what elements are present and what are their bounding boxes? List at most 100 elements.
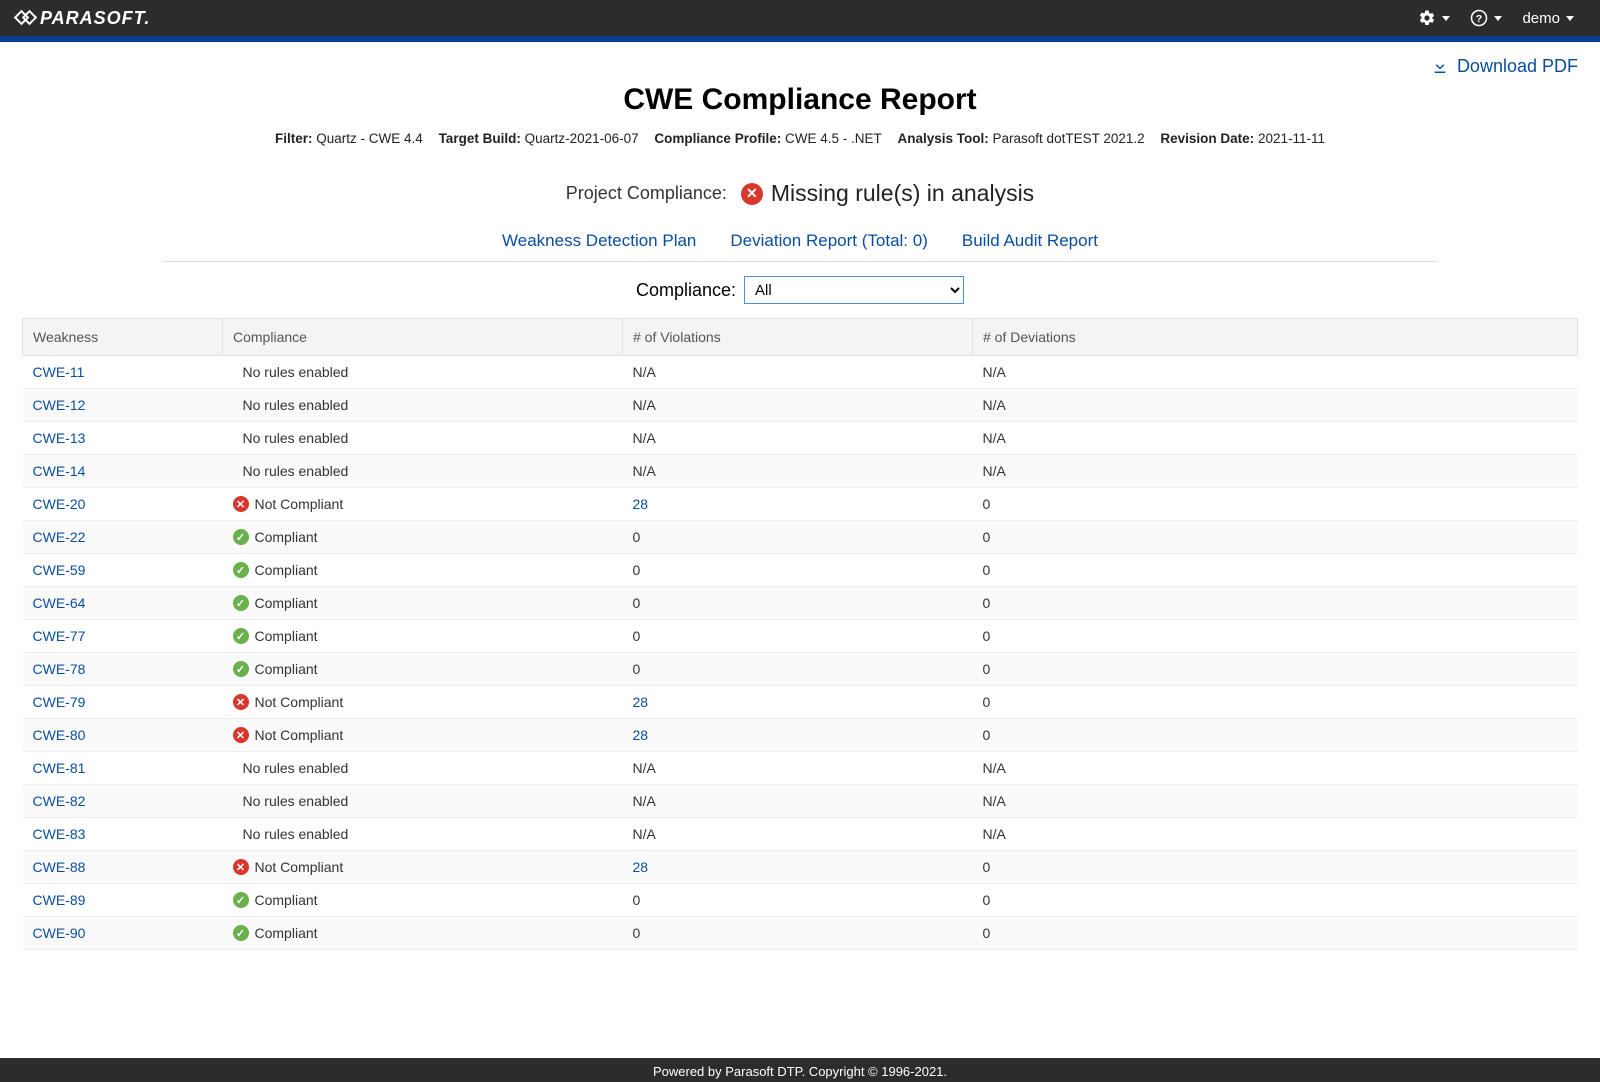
deviations-cell: N/A	[973, 389, 1578, 422]
compliance-table: Weakness Compliance # of Violations # of…	[22, 318, 1578, 950]
compliance-cell: No rules enabled	[223, 422, 623, 455]
table-row: CWE-11No rules enabledN/AN/A	[23, 356, 1578, 389]
error-icon: ✕	[233, 694, 249, 710]
compliance-cell: ✕Not Compliant	[223, 488, 623, 521]
error-icon: ✕	[233, 859, 249, 875]
violations-cell: 0	[623, 554, 973, 587]
table-row: CWE-80✕Not Compliant280	[23, 719, 1578, 752]
violations-cell: N/A	[623, 389, 973, 422]
table-row: CWE-13No rules enabledN/AN/A	[23, 422, 1578, 455]
check-icon: ✓	[233, 925, 249, 941]
violations-cell: N/A	[623, 785, 973, 818]
deviations-cell: N/A	[973, 818, 1578, 851]
weakness-link[interactable]: CWE-22	[33, 529, 86, 545]
report-subnav: Weakness Detection Plan Deviation Report…	[22, 231, 1578, 251]
deviations-cell: N/A	[973, 455, 1578, 488]
violations-cell: 28	[623, 686, 973, 719]
chevron-down-icon	[1442, 16, 1450, 21]
deviations-cell: 0	[973, 884, 1578, 917]
compliance-cell: ✓Compliant	[223, 521, 623, 554]
violations-link[interactable]: 28	[633, 859, 649, 875]
weakness-link[interactable]: CWE-11	[33, 364, 85, 380]
violations-cell: 0	[623, 587, 973, 620]
weakness-link[interactable]: CWE-13	[33, 430, 86, 446]
chevron-down-icon	[1566, 16, 1574, 21]
violations-link[interactable]: 28	[633, 727, 649, 743]
compliance-cell: No rules enabled	[223, 752, 623, 785]
weakness-link[interactable]: CWE-78	[33, 661, 86, 677]
weakness-link[interactable]: CWE-88	[33, 859, 86, 875]
violations-cell: 0	[623, 521, 973, 554]
deviations-cell: N/A	[973, 752, 1578, 785]
settings-menu[interactable]	[1408, 9, 1460, 27]
check-icon: ✓	[233, 628, 249, 644]
error-icon: ✕	[233, 496, 249, 512]
deviations-cell: 0	[973, 917, 1578, 950]
violations-cell: 28	[623, 719, 973, 752]
weakness-link[interactable]: CWE-83	[33, 826, 86, 842]
compliance-cell: ✓Compliant	[223, 884, 623, 917]
check-icon: ✓	[233, 529, 249, 545]
link-weakness-plan[interactable]: Weakness Detection Plan	[502, 231, 696, 251]
compliance-cell: ✕Not Compliant	[223, 851, 623, 884]
project-compliance-row: Project Compliance: ✕ Missing rule(s) in…	[22, 180, 1578, 207]
project-compliance-status: Missing rule(s) in analysis	[771, 180, 1034, 207]
table-row: CWE-81No rules enabledN/AN/A	[23, 752, 1578, 785]
deviations-cell: 0	[973, 620, 1578, 653]
help-menu[interactable]: ?	[1460, 9, 1512, 27]
check-icon: ✓	[233, 595, 249, 611]
error-icon: ✕	[741, 183, 763, 205]
weakness-link[interactable]: CWE-90	[33, 925, 86, 941]
compliance-filter-select[interactable]: All	[744, 276, 964, 304]
weakness-link[interactable]: CWE-77	[33, 628, 86, 644]
brand-text: PARASOFT.	[40, 8, 150, 29]
weakness-link[interactable]: CWE-79	[33, 694, 86, 710]
weakness-link[interactable]: CWE-80	[33, 727, 86, 743]
link-deviation-report[interactable]: Deviation Report (Total: 0)	[730, 231, 927, 251]
chevron-down-icon	[1494, 16, 1502, 21]
brand-icon	[16, 10, 36, 26]
col-weakness[interactable]: Weakness	[23, 319, 223, 356]
compliance-cell: No rules enabled	[223, 455, 623, 488]
violations-cell: 28	[623, 488, 973, 521]
compliance-cell: ✓Compliant	[223, 917, 623, 950]
violations-cell: N/A	[623, 356, 973, 389]
table-row: CWE-89✓Compliant00	[23, 884, 1578, 917]
table-row: CWE-14No rules enabledN/AN/A	[23, 455, 1578, 488]
weakness-link[interactable]: CWE-12	[33, 397, 86, 413]
user-menu[interactable]: demo	[1512, 10, 1584, 27]
weakness-link[interactable]: CWE-89	[33, 892, 86, 908]
compliance-cell: No rules enabled	[223, 389, 623, 422]
table-row: CWE-82No rules enabledN/AN/A	[23, 785, 1578, 818]
compliance-cell: ✓Compliant	[223, 620, 623, 653]
violations-cell: N/A	[623, 455, 973, 488]
table-row: CWE-64✓Compliant00	[23, 587, 1578, 620]
violations-cell: 0	[623, 620, 973, 653]
weakness-link[interactable]: CWE-81	[33, 760, 86, 776]
brand-logo[interactable]: PARASOFT.	[16, 8, 150, 29]
page-title: CWE Compliance Report	[22, 83, 1578, 117]
compliance-cell: No rules enabled	[223, 818, 623, 851]
check-icon: ✓	[233, 562, 249, 578]
table-row: CWE-12No rules enabledN/AN/A	[23, 389, 1578, 422]
col-compliance[interactable]: Compliance	[223, 319, 623, 356]
weakness-link[interactable]: CWE-14	[33, 463, 86, 479]
table-row: CWE-79✕Not Compliant280	[23, 686, 1578, 719]
download-pdf-link[interactable]: Download PDF	[1431, 56, 1578, 77]
col-violations[interactable]: # of Violations	[623, 319, 973, 356]
weakness-link[interactable]: CWE-64	[33, 595, 86, 611]
download-pdf-label: Download PDF	[1457, 56, 1578, 77]
table-row: CWE-59✓Compliant00	[23, 554, 1578, 587]
table-row: CWE-90✓Compliant00	[23, 917, 1578, 950]
violations-link[interactable]: 28	[633, 694, 649, 710]
weakness-link[interactable]: CWE-59	[33, 562, 86, 578]
compliance-cell: ✓Compliant	[223, 554, 623, 587]
svg-text:?: ?	[1476, 13, 1482, 25]
footer-text: Powered by Parasoft DTP. Copyright © 199…	[653, 1064, 947, 1079]
col-deviations[interactable]: # of Deviations	[973, 319, 1578, 356]
link-build-audit[interactable]: Build Audit Report	[962, 231, 1098, 251]
violations-link[interactable]: 28	[633, 496, 649, 512]
weakness-link[interactable]: CWE-20	[33, 496, 86, 512]
table-row: CWE-77✓Compliant00	[23, 620, 1578, 653]
weakness-link[interactable]: CWE-82	[33, 793, 86, 809]
